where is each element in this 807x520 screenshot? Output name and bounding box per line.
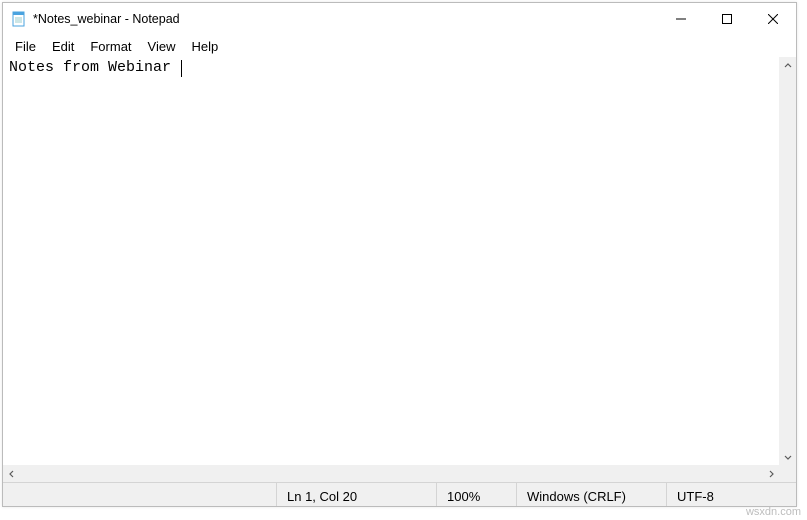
window-title: *Notes_webinar - Notepad [33,12,180,26]
status-spacer [3,483,276,506]
minimize-button[interactable] [658,3,704,35]
window-controls [658,3,796,35]
menu-file[interactable]: File [7,37,44,56]
menu-help[interactable]: Help [183,37,226,56]
maximize-button[interactable] [704,3,750,35]
menubar: File Edit Format View Help [3,35,796,57]
notepad-window: *Notes_webinar - Notepad File Edit Forma… [2,2,797,507]
scroll-up-icon[interactable] [779,57,796,74]
scroll-corner [779,465,796,482]
statusbar: Ln 1, Col 20 100% Windows (CRLF) UTF-8 [3,482,796,506]
close-button[interactable] [750,3,796,35]
menu-view[interactable]: View [140,37,184,56]
status-encoding: UTF-8 [666,483,796,506]
scroll-right-icon[interactable] [762,465,779,482]
status-eol: Windows (CRLF) [516,483,666,506]
vertical-scrollbar[interactable] [779,57,796,465]
scroll-down-icon[interactable] [779,448,796,465]
text-editor[interactable]: Notes from Webinar [3,57,779,465]
horizontal-scrollbar[interactable] [3,465,779,482]
menu-format[interactable]: Format [82,37,139,56]
watermark: wsxdn.com [746,506,801,518]
status-zoom: 100% [436,483,516,506]
scroll-left-icon[interactable] [3,465,20,482]
notepad-icon [11,11,27,27]
editor-content: Notes from Webinar [9,59,180,76]
hscroll-row [3,465,796,482]
menu-edit[interactable]: Edit [44,37,82,56]
editor-area: Notes from Webinar [3,57,796,465]
text-cursor [181,60,182,77]
titlebar[interactable]: *Notes_webinar - Notepad [3,3,796,35]
status-position: Ln 1, Col 20 [276,483,436,506]
